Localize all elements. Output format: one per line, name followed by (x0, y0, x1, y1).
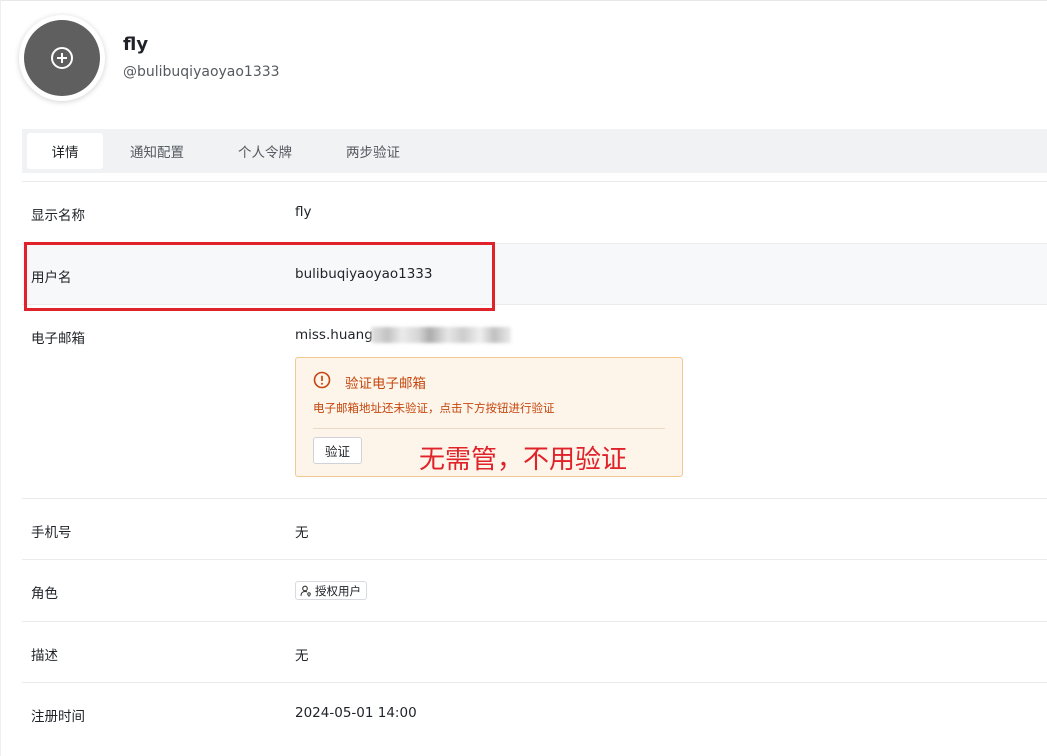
profile-tabs: 详情 通知配置 个人令牌 两步验证 (22, 129, 1047, 173)
description-value: 无 (295, 648, 309, 664)
annotation-note: 无需管，不用验证 (419, 445, 628, 475)
registered-value: 2024-05-01 14:00 (295, 705, 417, 721)
user-key-icon (300, 585, 311, 597)
exclamation-circle-icon (313, 371, 331, 389)
email-label: 电子邮箱 (31, 331, 85, 347)
avatar[interactable] (19, 15, 105, 101)
display-name-value: fly (295, 204, 312, 220)
email-value-wrap: miss.huang (295, 327, 511, 343)
tab-notification-config[interactable]: 通知配置 (103, 133, 211, 169)
detail-row-description: 描述 无 (22, 621, 1047, 682)
email-redaction (370, 327, 511, 343)
detail-row-role: 角色 授权用户 (22, 559, 1047, 621)
alert-divider (313, 428, 665, 429)
display-name-label: 显示名称 (31, 208, 85, 224)
role-badge: 授权用户 (295, 581, 367, 600)
role-value: 授权用户 (315, 583, 361, 598)
avatar-image (24, 20, 100, 96)
user-profile-page: fly @bulibuqiyaoyao1333 详情 通知配置 个人令牌 两步验… (0, 0, 1047, 756)
username-label: 用户名 (31, 270, 72, 286)
profile-display-name: fly (123, 34, 149, 55)
detail-row-registered: 注册时间 2024-05-01 14:00 (22, 682, 1047, 756)
plus-circle-icon (51, 47, 73, 69)
username-value: bulibuqiyaoyao1333 (295, 266, 433, 282)
phone-label: 手机号 (31, 525, 72, 541)
alert-description: 电子邮箱地址还未验证，点击下方按钮进行验证 (313, 401, 555, 415)
profile-handle: @bulibuqiyaoyao1333 (123, 64, 280, 80)
verify-email-button[interactable]: 验证 (313, 437, 362, 464)
tab-two-factor[interactable]: 两步验证 (319, 133, 427, 169)
phone-value: 无 (295, 525, 309, 541)
registered-label: 注册时间 (31, 709, 85, 725)
alert-title: 验证电子邮箱 (345, 376, 426, 392)
role-label: 角色 (31, 586, 58, 602)
tab-details[interactable]: 详情 (27, 133, 103, 169)
description-label: 描述 (31, 648, 58, 664)
email-value: miss.huang (295, 327, 373, 343)
tab-personal-tokens[interactable]: 个人令牌 (211, 133, 319, 169)
detail-row-username: 用户名 bulibuqiyaoyao1333 (22, 243, 1047, 304)
detail-row-display-name: 显示名称 fly (22, 181, 1047, 243)
detail-row-phone: 手机号 无 (22, 498, 1047, 559)
